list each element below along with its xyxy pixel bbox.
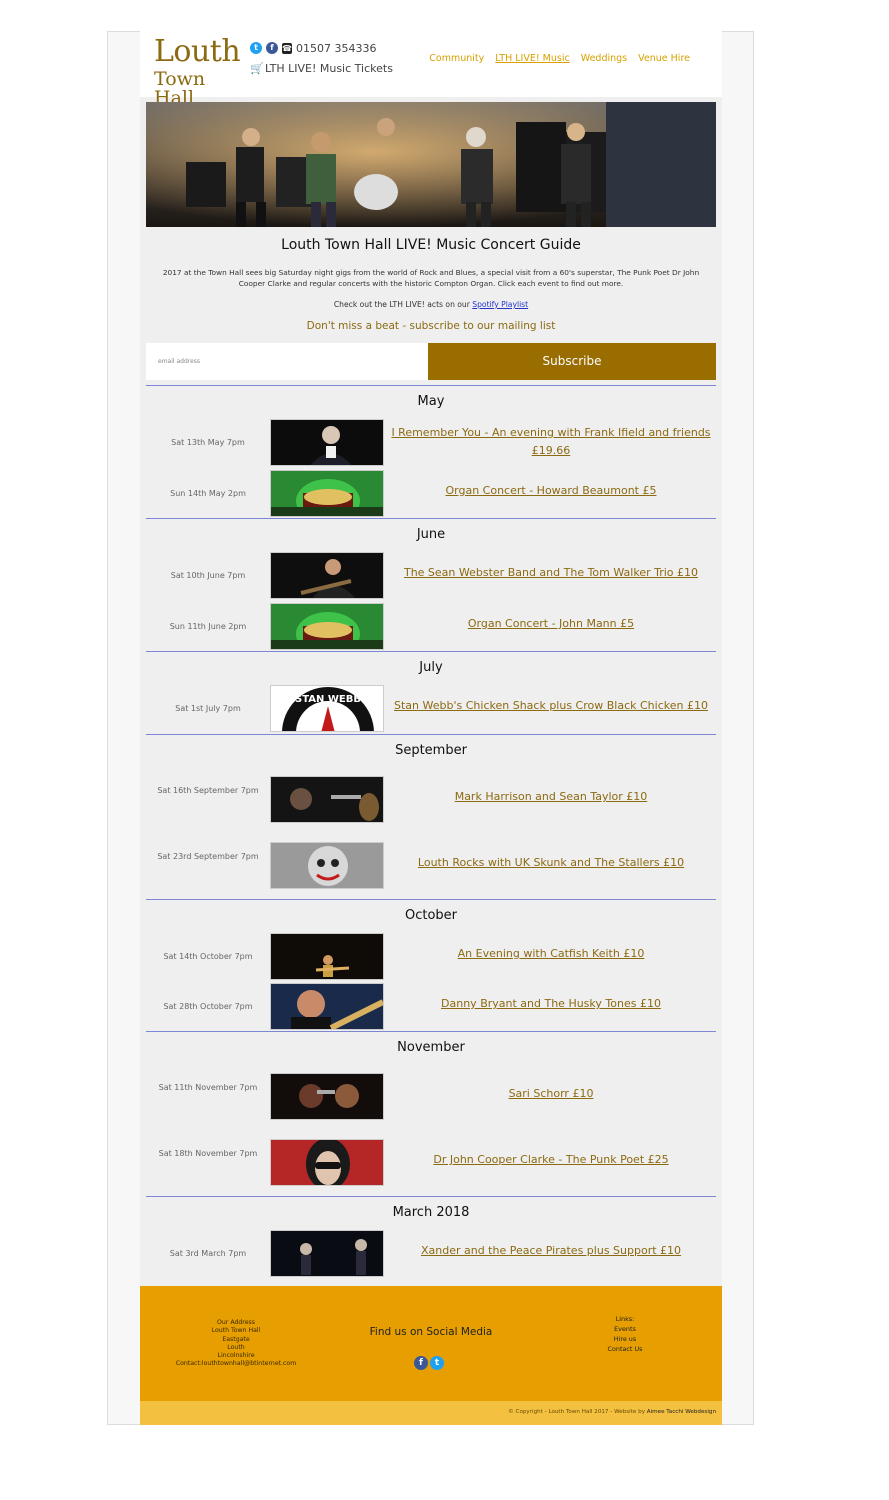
main-nav: Community LTH LIVE! Music Weddings Venue… xyxy=(421,53,690,64)
facebook-icon[interactable]: f xyxy=(414,1356,428,1370)
hero-band-photo xyxy=(146,102,716,227)
event-title-link[interactable]: The Sean Webster Band and The Tom Walker… xyxy=(388,564,714,582)
svg-text:STAN WEBB: STAN WEBB xyxy=(295,694,361,705)
footer-address: Our Address Louth Town Hall Eastgate Lou… xyxy=(160,1319,312,1369)
event-date: Sat 11th November 7pm xyxy=(158,1083,258,1092)
site-header: Louth Town Hall t f ☎ 01507 354336 🛒 LTH… xyxy=(140,31,722,108)
event-title-link[interactable]: An Evening with Catfish Keith £10 xyxy=(388,945,714,963)
event-title-link[interactable]: I Remember You - An evening with Frank I… xyxy=(388,424,714,460)
month-section-may: May Sat 13th May 7pm I Remember You - An… xyxy=(146,385,716,519)
event-thumbnail[interactable] xyxy=(270,603,384,650)
footer-links: Links: Events Hire us Contact Us xyxy=(580,1314,670,1354)
twitter-icon[interactable]: t xyxy=(430,1356,444,1370)
event-thumbnail[interactable] xyxy=(270,983,384,1030)
month-section-june: June Sat 10th June 7pm The Sean Webster … xyxy=(146,518,716,652)
facebook-icon[interactable]: f xyxy=(266,42,278,54)
links-heading: Links: xyxy=(615,1315,635,1323)
month-section-october: October Sat 14th October 7pm An Evening … xyxy=(146,899,716,1032)
event-date: Sat 3rd March 7pm xyxy=(169,1249,247,1258)
event-thumbnail[interactable] xyxy=(270,552,384,599)
event-date: Sat 18th November 7pm xyxy=(158,1149,258,1158)
footer-link-contact[interactable]: Contact Us xyxy=(580,1344,670,1354)
footer-link-events[interactable]: Events xyxy=(580,1324,670,1334)
phone-icon: ☎ xyxy=(282,42,292,54)
event-thumbnail[interactable] xyxy=(270,842,384,889)
address-line: Louth Town Hall xyxy=(211,1327,261,1335)
page-title: Louth Town Hall LIVE! Music Concert Guid… xyxy=(281,237,581,253)
event-title-link[interactable]: Xander and the Peace Pirates plus Suppor… xyxy=(388,1242,714,1260)
twitter-icon[interactable]: t xyxy=(250,42,262,54)
event-date: Sat 10th June 7pm xyxy=(170,571,246,580)
event-thumbnail[interactable] xyxy=(270,1139,384,1186)
tickets-link[interactable]: LTH LIVE! Music Tickets xyxy=(265,62,393,75)
spotify-playlist-link[interactable]: Spotify Playlist xyxy=(472,300,528,309)
address-heading: Our Address xyxy=(217,1319,255,1326)
month-section-november: November Sat 11th November 7pm Sari Scho… xyxy=(146,1031,716,1197)
nav-community[interactable]: Community xyxy=(429,53,484,64)
site-footer: Our Address Louth Town Hall Eastgate Lou… xyxy=(140,1286,722,1401)
event-date: Sat 13th May 7pm xyxy=(171,438,245,447)
event-date: Sat 1st July 7pm xyxy=(175,704,241,713)
event-date: Sun 11th June 2pm xyxy=(169,622,247,631)
cart-icon: 🛒 xyxy=(250,61,264,75)
event-thumbnail[interactable] xyxy=(270,1230,384,1277)
event-title-link[interactable]: Mark Harrison and Sean Taylor £10 xyxy=(388,788,714,806)
nav-weddings[interactable]: Weddings xyxy=(581,53,627,64)
intro-text: 2017 at the Town Hall sees big Saturday … xyxy=(162,268,700,288)
event-date: Sat 14th October 7pm xyxy=(163,952,253,961)
spotify-line: Check out the LTH LIVE! acts on our Spot… xyxy=(140,300,722,309)
social-icons: ft xyxy=(414,1350,446,1370)
subscribe-button[interactable]: Subscribe xyxy=(428,343,716,380)
month-heading: October xyxy=(404,908,458,923)
event-title-link[interactable]: Louth Rocks with UK Skunk and The Stalle… xyxy=(388,854,714,872)
nav-live-music[interactable]: LTH LIVE! Music xyxy=(495,53,569,64)
event-date: Sat 23rd September 7pm xyxy=(157,852,259,861)
event-title-link[interactable]: Organ Concert - John Mann £5 xyxy=(388,615,714,633)
event-thumbnail[interactable] xyxy=(270,776,384,823)
month-heading: May xyxy=(417,394,445,409)
footer-link-hire[interactable]: Hire us xyxy=(580,1334,670,1344)
social-heading: Find us on Social Media xyxy=(369,1326,493,1338)
month-heading: March 2018 xyxy=(392,1205,470,1220)
contact-email[interactable]: Contact:louthtownhall@btinternet.com xyxy=(160,1360,312,1368)
month-section-march-2018: March 2018 Sat 3rd March 7pm Xander and … xyxy=(146,1196,716,1287)
page: Louth Town Hall t f ☎ 01507 354336 🛒 LTH… xyxy=(140,31,722,1425)
logo[interactable]: Louth Town Hall xyxy=(154,34,241,108)
event-date: Sat 16th September 7pm xyxy=(157,786,259,795)
event-thumbnail[interactable] xyxy=(270,1073,384,1120)
event-date: Sat 28th October 7pm xyxy=(163,1002,253,1011)
event-title-link[interactable]: Danny Bryant and The Husky Tones £10 xyxy=(388,995,714,1013)
event-title-link[interactable]: Sari Schorr £10 xyxy=(388,1085,714,1103)
event-thumbnail[interactable] xyxy=(270,419,384,466)
mailing-list-heading: Don't miss a beat - subscribe to our mai… xyxy=(306,320,556,332)
copyright-bar: © Copyright - Louth Town Hall 2017 - Web… xyxy=(140,1401,722,1425)
event-title-link[interactable]: Organ Concert - Howard Beaumont £5 xyxy=(388,482,714,500)
email-field[interactable]: email address xyxy=(146,343,428,380)
event-title-link[interactable]: Stan Webb's Chicken Shack plus Crow Blac… xyxy=(388,697,714,715)
event-title-link[interactable]: Dr John Cooper Clarke - The Punk Poet £2… xyxy=(388,1151,714,1169)
designer-credit-link[interactable]: Aimee Tacchi Webdesign xyxy=(647,1409,716,1415)
nav-venue-hire[interactable]: Venue Hire xyxy=(638,53,690,64)
copyright-text: © Copyright - Louth Town Hall 2017 - Web… xyxy=(508,1409,716,1415)
spotify-text: Check out the LTH LIVE! acts on our xyxy=(333,300,473,309)
logo-line1: Louth xyxy=(154,34,241,69)
address-line: Louth xyxy=(227,1343,245,1351)
month-section-september: September Sat 16th September 7pm Mark Ha… xyxy=(146,734,716,900)
month-heading: June xyxy=(416,527,446,542)
month-heading: November xyxy=(397,1040,465,1055)
month-heading: July xyxy=(419,660,443,675)
event-thumbnail[interactable] xyxy=(270,470,384,517)
copyright-line: © Copyright - Louth Town Hall 2017 - Web… xyxy=(508,1409,647,1415)
address-line: Eastgate xyxy=(222,1335,250,1343)
event-thumbnail[interactable]: STAN WEBB xyxy=(270,685,384,732)
month-section-july: July Sat 1st July 7pm STAN WEBB Stan Web… xyxy=(146,651,716,735)
month-heading: September xyxy=(395,743,467,758)
header-contact: t f ☎ 01507 354336 🛒 LTH LIVE! Music Tic… xyxy=(250,39,393,77)
event-date: Sun 14th May 2pm xyxy=(170,489,246,498)
phone-number: 01507 354336 xyxy=(296,41,377,55)
event-thumbnail[interactable] xyxy=(270,933,384,980)
